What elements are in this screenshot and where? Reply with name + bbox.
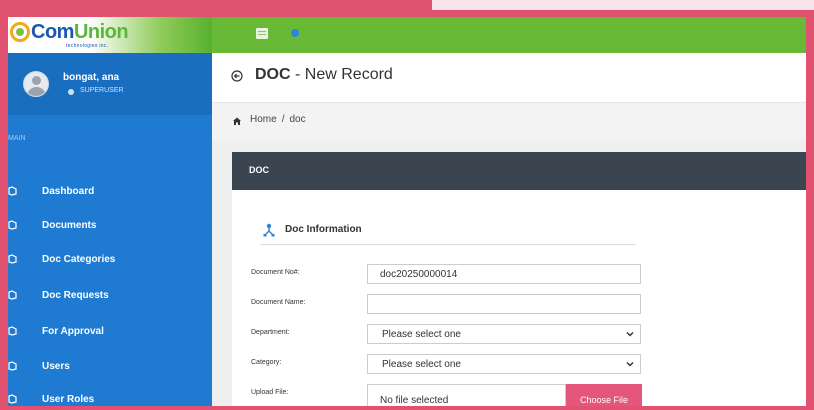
file-name-text: No file selected [380, 395, 449, 406]
form-row-upload: Upload File: No file selected Choose Fil… [232, 384, 806, 406]
sitemap-icon [263, 223, 275, 237]
department-select[interactable]: Please select one [367, 324, 641, 344]
user-status-icon [68, 89, 74, 95]
folder-icon [8, 290, 17, 300]
file-name-display[interactable]: No file selected [367, 384, 566, 406]
home-icon [233, 117, 241, 125]
logo-com-text: Com [31, 21, 74, 43]
form-row-document-no: Document No#: [232, 264, 806, 288]
breadcrumb: Home / doc [212, 103, 806, 140]
back-arrow-icon[interactable] [231, 70, 243, 82]
card-header: DOC [232, 152, 806, 190]
folder-icon [8, 254, 17, 264]
notification-dot-icon[interactable] [291, 29, 299, 37]
sidebar-item-documents[interactable]: Documents [8, 213, 212, 239]
folder-icon [8, 186, 17, 196]
top-bar [212, 17, 806, 53]
folder-icon [8, 361, 17, 371]
sidebar-item-for-approval[interactable]: For Approval [8, 319, 212, 345]
folder-icon [8, 220, 17, 230]
sidebar-item-users[interactable]: Users [8, 354, 212, 380]
category-select[interactable]: Please select one [367, 354, 641, 374]
folder-icon [8, 326, 17, 336]
section-title: Doc Information [285, 224, 362, 235]
breadcrumb-trail: Home / doc [250, 114, 306, 125]
sidebar-item-dashboard[interactable]: Dashboard [8, 179, 212, 205]
chevron-down-icon [626, 331, 634, 337]
avatar[interactable] [23, 71, 49, 97]
form-row-document-name: Document Name: [232, 294, 806, 318]
section-header: Doc Information [260, 220, 636, 245]
doc-card: DOC Doc Information Document No#: Docume… [232, 152, 806, 406]
user-panel: bongat, ana SUPERUSER [8, 53, 212, 115]
sidebar-item-label: Dashboard [42, 186, 95, 197]
page-header: DOC - New Record [212, 53, 806, 103]
folder-icon [8, 394, 17, 404]
nav-section-label: MAIN [8, 135, 26, 142]
chevron-down-icon [626, 361, 634, 367]
breadcrumb-current: doc [289, 114, 306, 125]
form-row-category: Category: Please select one [232, 354, 806, 378]
sidebar-item-label: Doc Categories [42, 254, 116, 265]
page-title: DOC - New Record [255, 66, 393, 84]
page-title-strong: DOC [255, 66, 291, 83]
user-name[interactable]: bongat, ana [63, 72, 119, 83]
logo-subtitle: technologies inc. [66, 43, 109, 49]
sidebar: ComUnion technologies inc. bongat, ana S… [8, 17, 212, 406]
sidebar-item-label: User Roles [42, 394, 95, 405]
breadcrumb-home[interactable]: Home [250, 114, 277, 125]
background-tab [432, 0, 814, 10]
document-name-field[interactable] [367, 294, 641, 314]
category-label: Category: [251, 359, 282, 366]
sidebar-item-user-roles[interactable]: User Roles [8, 387, 212, 406]
sidebar-item-doc-requests[interactable]: Doc Requests [8, 283, 212, 309]
logo-union-text: Union [73, 21, 129, 43]
logo-bar: ComUnion technologies inc. [8, 17, 212, 53]
logo-icon [10, 22, 30, 42]
sidebar-item-label: For Approval [42, 326, 104, 337]
form-row-department: Department: Please select one [232, 324, 806, 348]
page-title-rest: - New Record [290, 66, 393, 83]
menu-toggle-icon[interactable] [256, 28, 268, 39]
department-label: Department: [251, 329, 290, 336]
document-name-label: Document Name: [251, 299, 306, 306]
document-no-label: Document No#: [251, 269, 300, 276]
choose-file-button[interactable]: Choose File [566, 384, 642, 406]
sidebar-item-label: Documents [42, 220, 97, 231]
upload-file-label: Upload File: [251, 389, 289, 396]
category-select-value: Please select one [382, 359, 461, 370]
avatar-head [32, 76, 41, 85]
document-no-field[interactable] [367, 264, 641, 284]
logo[interactable]: ComUnion [31, 21, 129, 44]
sidebar-item-label: Doc Requests [42, 290, 109, 301]
sidebar-item-label: Users [42, 361, 70, 372]
department-select-value: Please select one [382, 329, 461, 340]
sidebar-item-doc-categories[interactable]: Doc Categories [8, 247, 212, 273]
user-role: SUPERUSER [80, 87, 124, 94]
breadcrumb-separator: / [281, 114, 285, 125]
avatar-body [27, 87, 46, 96]
card-title: DOC [249, 165, 269, 175]
app-window: ComUnion technologies inc. bongat, ana S… [8, 17, 806, 406]
